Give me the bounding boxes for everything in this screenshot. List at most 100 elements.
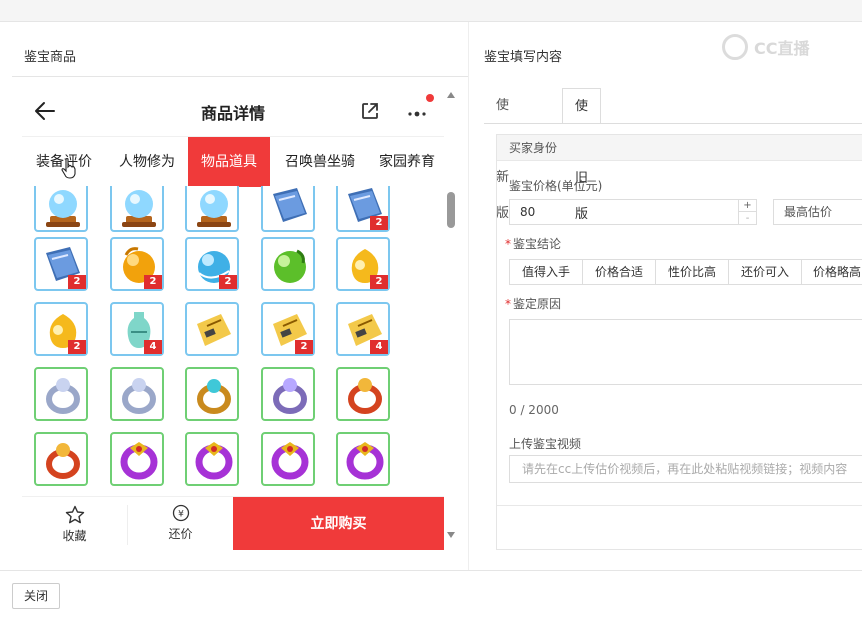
reason-label-text: 鉴定原因 bbox=[513, 297, 562, 311]
share-icon[interactable] bbox=[360, 101, 380, 121]
goods-detail-panel: 商品详情 装备评价 人物修为 物品道具 召唤兽坐骑 家园养育 2 2 2 2 2 2 4 2 4 bbox=[22, 86, 444, 550]
book-icon bbox=[273, 188, 307, 222]
divider bbox=[12, 76, 468, 77]
more-icon[interactable] bbox=[406, 102, 432, 122]
purple-ring-icon bbox=[273, 378, 307, 414]
item-slot[interactable] bbox=[261, 432, 315, 486]
item-count-badge: 2 bbox=[370, 216, 388, 230]
scroll-down-arrow-icon[interactable] bbox=[447, 532, 455, 538]
item-slot[interactable] bbox=[185, 367, 239, 421]
mouse-cursor-icon bbox=[61, 157, 76, 179]
tab-pets-mounts[interactable]: 召唤兽坐骑 bbox=[270, 137, 370, 187]
item-slot[interactable]: 2 bbox=[34, 237, 88, 291]
item-count-badge: 4 bbox=[144, 340, 162, 354]
bargain-label: 还价 bbox=[168, 527, 193, 541]
bargain-button[interactable]: ¥ 还价 bbox=[128, 497, 233, 550]
item-slot[interactable] bbox=[261, 186, 315, 232]
conclusion-label: * 鉴宝结论 bbox=[505, 237, 562, 251]
goods-header: 商品详情 bbox=[22, 86, 444, 136]
item-slot[interactable] bbox=[34, 432, 88, 486]
star-icon bbox=[65, 505, 85, 524]
tab-old-version[interactable]: 使用旧版 bbox=[562, 88, 602, 222]
item-slot[interactable]: 4 bbox=[110, 302, 164, 356]
price-label: 鉴宝价格(单位元) bbox=[509, 179, 603, 193]
item-count-badge: 2 bbox=[144, 275, 162, 289]
favorite-label: 收藏 bbox=[62, 529, 87, 543]
item-count-badge: 2 bbox=[68, 275, 86, 289]
top-band bbox=[0, 0, 862, 22]
video-label: 上传鉴宝视频 bbox=[509, 437, 582, 451]
violet-ring-icon bbox=[120, 442, 158, 480]
divider bbox=[468, 22, 469, 570]
scroll-icon bbox=[197, 314, 231, 346]
tab-homestead[interactable]: 家园养育 bbox=[370, 137, 444, 187]
close-button[interactable]: 关闭 bbox=[12, 583, 60, 609]
red-ring-icon bbox=[348, 378, 382, 414]
reason-char-counter: 0 / 2000 bbox=[509, 403, 559, 417]
conclusion-option[interactable]: 性价比高 bbox=[655, 259, 729, 285]
price-input[interactable]: 80 bbox=[509, 199, 739, 225]
video-link-input[interactable]: 请先在cc上传估价视频后，再在此处粘贴视频链接；视频内容 bbox=[509, 455, 862, 483]
conclusion-option[interactable]: 价格略高 bbox=[801, 259, 862, 285]
crystal-ball-icon bbox=[197, 190, 231, 227]
item-slot[interactable] bbox=[261, 367, 315, 421]
tab-new-version[interactable]: 使用新版 bbox=[484, 88, 521, 221]
item-slot[interactable] bbox=[110, 186, 164, 232]
item-slot[interactable]: 2 bbox=[336, 237, 390, 291]
item-slot[interactable] bbox=[34, 367, 88, 421]
scrollbar-thumb[interactable] bbox=[447, 192, 455, 228]
conclusion-option[interactable]: 还价可入 bbox=[728, 259, 802, 285]
item-count-badge: 4 bbox=[370, 340, 388, 354]
section-title: 买家身份 bbox=[497, 135, 862, 161]
item-slot[interactable] bbox=[34, 186, 88, 232]
notification-dot bbox=[426, 94, 434, 102]
item-slot[interactable] bbox=[185, 186, 239, 232]
right-panel-title: 鉴宝填写内容 bbox=[484, 50, 563, 65]
item-slot[interactable]: 2 bbox=[261, 302, 315, 356]
item-grid: 2 2 2 2 2 2 4 2 4 bbox=[22, 186, 444, 496]
item-slot[interactable]: 2 bbox=[336, 186, 390, 232]
violet-ring-icon bbox=[195, 442, 233, 480]
red-ring-icon bbox=[46, 443, 80, 479]
conclusion-option[interactable]: 值得入手 bbox=[509, 259, 583, 285]
appraisal-dialog: 鉴宝商品 鉴宝填写内容 CC直播 商品详情 装备评价 人物修为 物品道具 召唤兽… bbox=[0, 22, 862, 570]
dialog-footer: 关闭 bbox=[0, 570, 862, 624]
item-slot[interactable]: 2 bbox=[185, 237, 239, 291]
green-orb-icon bbox=[274, 249, 306, 283]
silver-ring-icon bbox=[46, 378, 80, 414]
item-slot[interactable] bbox=[110, 432, 164, 486]
increment-button[interactable]: + bbox=[739, 200, 756, 212]
silver-ring-icon bbox=[122, 378, 156, 414]
appraisal-form: 买家身份 鉴宝价格(单位元) 80 + - 最高估价 * 鉴宝结论 值得入手 价格… bbox=[496, 134, 862, 550]
item-slot[interactable]: 2 bbox=[110, 237, 164, 291]
reason-textarea[interactable] bbox=[509, 319, 862, 385]
item-slot[interactable]: 2 bbox=[34, 302, 88, 356]
decrement-button[interactable]: - bbox=[739, 213, 756, 225]
scroll-up-arrow-icon[interactable] bbox=[447, 92, 455, 98]
price-stepper[interactable]: + - bbox=[739, 199, 757, 225]
reason-label: * 鉴定原因 bbox=[505, 297, 562, 311]
item-count-badge: 2 bbox=[295, 340, 313, 354]
tab-items[interactable]: 物品道具 bbox=[188, 137, 270, 187]
conclusion-label-text: 鉴宝结论 bbox=[513, 237, 562, 251]
scrollbar[interactable] bbox=[446, 86, 456, 550]
item-count-badge: 2 bbox=[370, 275, 388, 289]
price-type-select[interactable]: 最高估价 bbox=[773, 199, 862, 225]
item-slot[interactable] bbox=[336, 367, 390, 421]
category-tabs: 装备评价 人物修为 物品道具 召唤兽坐骑 家园养育 bbox=[22, 136, 444, 187]
crystal-ball-icon bbox=[46, 190, 80, 227]
tab-character[interactable]: 人物修为 bbox=[106, 137, 188, 187]
item-slot[interactable] bbox=[110, 367, 164, 421]
crystal-ball-icon bbox=[122, 190, 156, 227]
left-panel-title: 鉴宝商品 bbox=[24, 50, 77, 65]
item-slot[interactable] bbox=[185, 302, 239, 356]
item-slot[interactable] bbox=[185, 432, 239, 486]
item-slot[interactable]: 4 bbox=[336, 302, 390, 356]
item-slot[interactable] bbox=[261, 237, 315, 291]
buy-now-button[interactable]: 立即购买 bbox=[233, 497, 444, 550]
item-slot[interactable] bbox=[336, 432, 390, 486]
bottom-action-bar: 收藏 ¥ 还价 立即购买 bbox=[22, 496, 444, 550]
conclusion-option[interactable]: 价格合适 bbox=[582, 259, 656, 285]
favorite-button[interactable]: 收藏 bbox=[22, 497, 127, 550]
divider bbox=[497, 505, 862, 506]
